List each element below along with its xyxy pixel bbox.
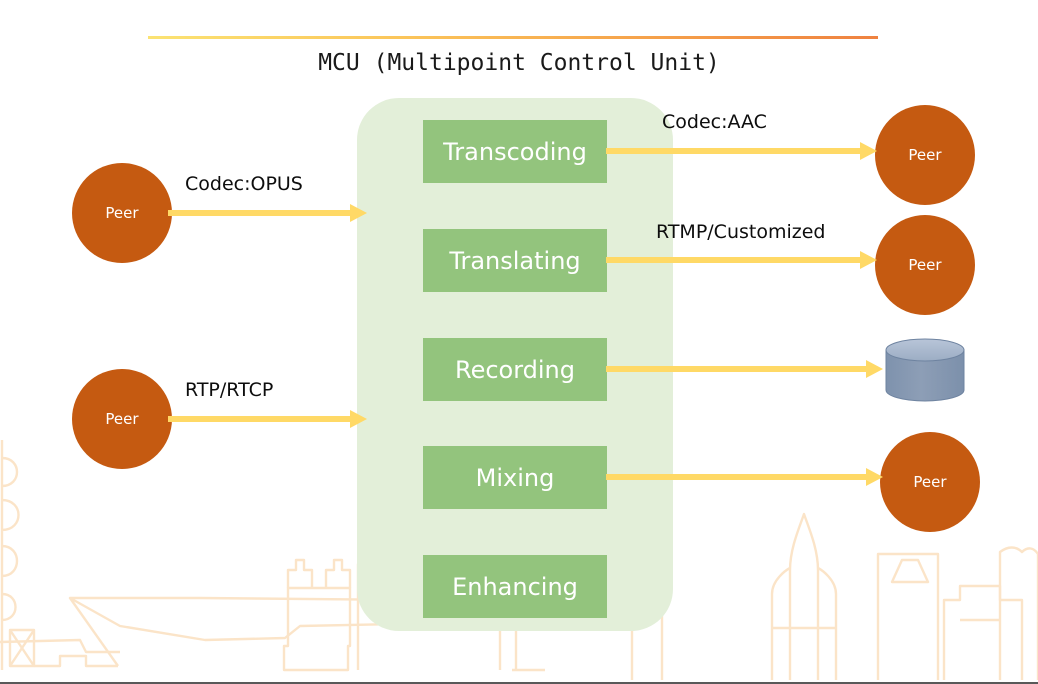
edge-label-codec-aac: Codec:AAC [662,111,767,133]
page-title: MCU (Multipoint Control Unit) [318,50,720,76]
peer-node-out-1[interactable]: Peer [875,105,975,205]
mcu-function-translating[interactable]: Translating [423,229,607,292]
edge-label-rtmp-customized: RTMP/Customized [656,221,826,243]
peer-label: Peer [913,473,947,491]
mcu-function-label: Enhancing [452,572,578,601]
mcu-function-label: Mixing [475,463,555,492]
edge-label-rtp-rtcp: RTP/RTCP [185,379,274,401]
edge-label-codec-opus: Codec:OPUS [185,173,303,195]
slide-canvas: MCU (Multipoint Control Unit) Transcodin… [0,0,1038,684]
mcu-function-label: Transcoding [443,137,587,166]
database-cylinder[interactable] [884,338,966,402]
peer-node-out-3[interactable]: Peer [880,432,980,532]
peer-node-out-2[interactable]: Peer [875,215,975,315]
peer-label: Peer [105,204,139,222]
peer-node-in-2[interactable]: Peer [72,369,172,469]
accent-rule [148,36,878,39]
mcu-function-enhancing[interactable]: Enhancing [423,555,607,618]
peer-node-in-1[interactable]: Peer [72,163,172,263]
mcu-function-label: Translating [449,246,581,275]
mcu-function-transcoding[interactable]: Transcoding [423,120,607,183]
arrow-rtp-rtcp [168,410,367,428]
peer-label: Peer [908,146,942,164]
mcu-function-recording[interactable]: Recording [423,338,607,401]
peer-label: Peer [908,256,942,274]
mcu-function-mixing[interactable]: Mixing [423,446,607,509]
peer-label: Peer [105,410,139,428]
mcu-function-label: Recording [454,355,576,384]
arrow-codec-opus [168,204,367,222]
